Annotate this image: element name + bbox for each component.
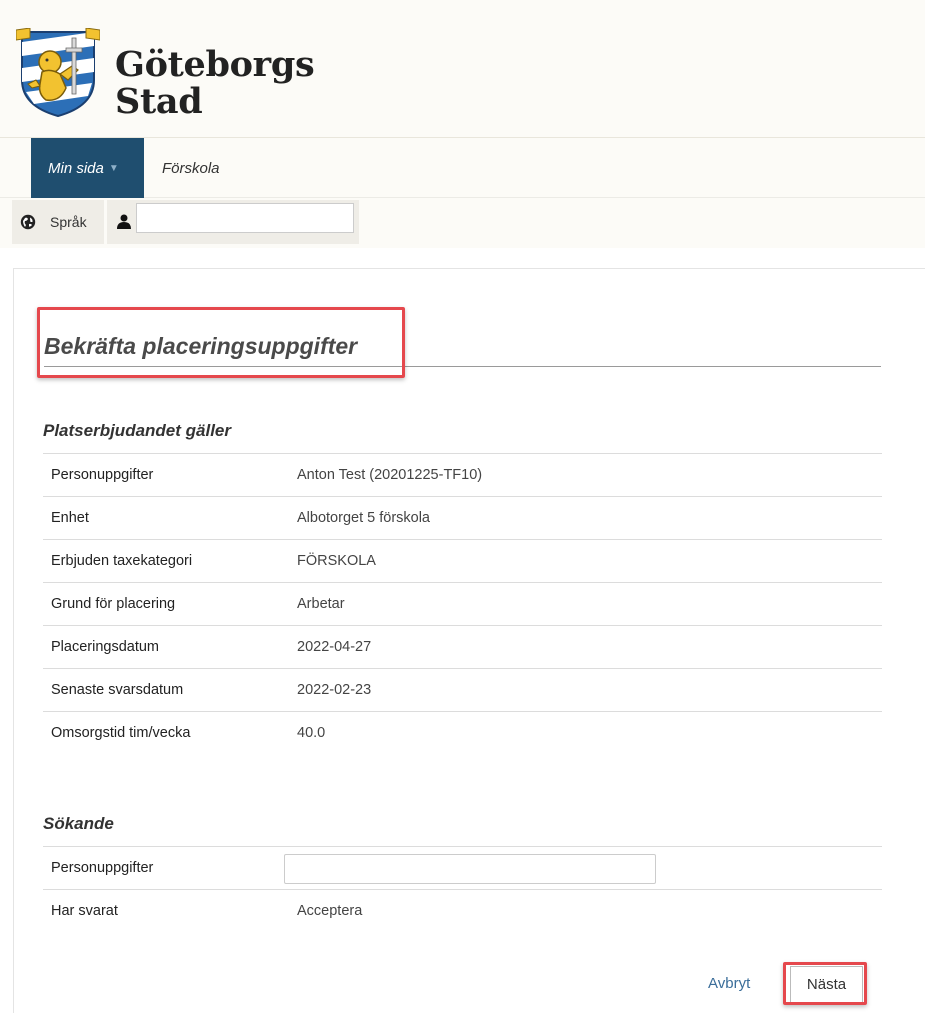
row-value: 40.0: [297, 725, 326, 741]
offer-details-table: Personuppgifter Anton Test (20201225-TF1…: [43, 453, 882, 754]
row-label: Grund för placering: [51, 596, 176, 612]
title-highlight-box: [37, 307, 405, 378]
applicant-section-title: Sökande: [43, 814, 114, 833]
row-label: Personuppgifter: [51, 467, 154, 483]
row-value: Albotorget 5 förskola: [297, 510, 430, 526]
globe-icon: [20, 214, 36, 230]
row-value: Anton Test (20201225-TF10): [297, 467, 483, 483]
table-row: Personuppgifter: [43, 846, 882, 889]
site-header: Göteborgs Stad: [0, 0, 925, 138]
brand-line-1: Göteborgs: [115, 44, 315, 85]
row-value: 2022-02-23: [297, 682, 372, 698]
nav-item-min-sida[interactable]: Min sida ▼: [31, 138, 144, 198]
coat-of-arms-icon[interactable]: [16, 28, 100, 118]
applicant-table: Personuppgifter Har svarat Acceptera: [43, 846, 882, 932]
user-icon: [117, 214, 131, 229]
cancel-link[interactable]: Avbryt: [708, 975, 750, 992]
brand-line-2: Stad: [115, 81, 203, 122]
nav-item-forskola[interactable]: Förskola: [162, 138, 220, 198]
row-value: Arbetar: [297, 596, 345, 612]
nav-item-label: Förskola: [162, 159, 220, 177]
applicant-person-field[interactable]: [284, 854, 656, 884]
next-highlight-box: [783, 962, 867, 1005]
brand-name[interactable]: Göteborgs Stad: [115, 44, 315, 122]
row-label: Senaste svarsdatum: [51, 682, 184, 698]
offer-section-title: Platserbjudandet gäller: [43, 421, 231, 440]
language-button[interactable]: Språk: [12, 200, 104, 244]
main-navigation: Min sida ▼ Förskola: [0, 138, 925, 198]
row-label: Omsorgstid tim/vecka: [51, 725, 191, 741]
row-label: Enhet: [51, 510, 89, 526]
table-row: Erbjuden taxekategori FÖRSKOLA: [43, 539, 882, 582]
table-row: Grund för placering Arbetar: [43, 582, 882, 625]
table-row: Senaste svarsdatum 2022-02-23: [43, 668, 882, 711]
table-row: Omsorgstid tim/vecka 40.0: [43, 711, 882, 754]
user-name-field[interactable]: [136, 203, 354, 233]
row-label: Erbjuden taxekategori: [51, 553, 193, 569]
row-label: Personuppgifter: [51, 860, 154, 876]
row-value: FÖRSKOLA: [297, 553, 376, 569]
row-value: Acceptera: [297, 903, 363, 919]
nav-item-label: Min sida: [48, 159, 104, 177]
language-label: Språk: [50, 214, 87, 230]
row-label: Har svarat: [51, 903, 118, 919]
row-value: 2022-04-27: [297, 639, 372, 655]
table-row: Enhet Albotorget 5 förskola: [43, 496, 882, 539]
row-label: Placeringsdatum: [51, 639, 159, 655]
table-row: Personuppgifter Anton Test (20201225-TF1…: [43, 453, 882, 496]
table-row: Placeringsdatum 2022-04-27: [43, 625, 882, 668]
table-row: Har svarat Acceptera: [43, 889, 882, 932]
caret-down-icon: ▼: [108, 162, 119, 174]
